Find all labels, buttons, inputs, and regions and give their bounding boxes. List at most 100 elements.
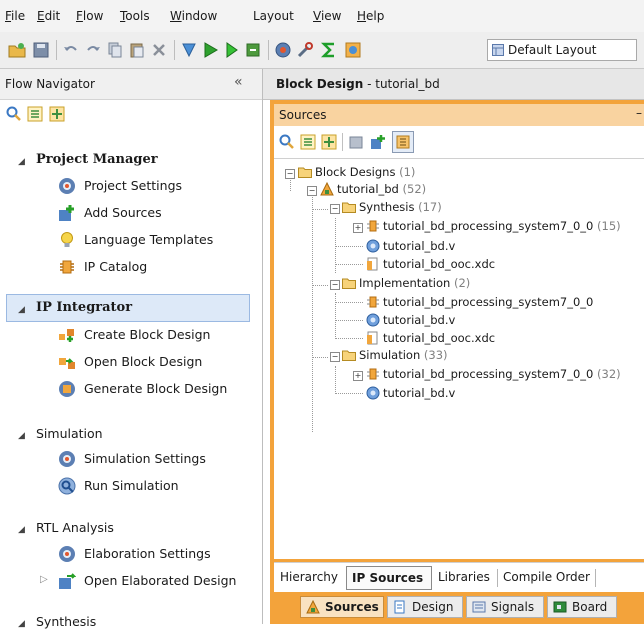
help-icon[interactable] [344, 41, 362, 59]
menu-layout[interactable]: Layout [253, 9, 294, 23]
sources-title-bar: Sources – [274, 104, 644, 126]
menu-flow[interactable]: Flow [76, 9, 103, 23]
block-design-icon [320, 182, 334, 196]
paste-icon[interactable] [128, 41, 146, 59]
show-hierarchy-toggle[interactable] [392, 131, 414, 153]
search-icon[interactable] [6, 106, 22, 122]
tab-ip-sources[interactable]: IP Sources [346, 566, 432, 590]
properties-icon[interactable] [348, 134, 364, 150]
expand-toggle[interactable]: + [353, 223, 363, 233]
menu-help[interactable]: Help [357, 9, 384, 23]
ip-chip-icon [367, 220, 379, 232]
folder-icon [342, 278, 356, 289]
run-simulation-icon [58, 477, 76, 495]
menu-window[interactable]: Window [170, 9, 217, 23]
folder-icon [342, 350, 356, 361]
tab-libraries[interactable]: Libraries [438, 570, 490, 584]
tab-signals[interactable]: Signals [466, 596, 544, 618]
simulation-toggle[interactable]: ◢ [18, 431, 25, 441]
run-synthesis-icon[interactable] [202, 41, 220, 59]
signals-icon [472, 601, 486, 613]
gear-icon [59, 546, 75, 562]
copy-icon[interactable] [106, 41, 124, 59]
menu-tools[interactable]: Tools [120, 9, 150, 23]
ip-chip-icon [60, 260, 74, 274]
redo-icon[interactable] [84, 41, 102, 59]
verilog-file-icon [366, 313, 380, 327]
lightbulb-icon [61, 232, 73, 247]
section-simulation: Simulation [36, 426, 103, 441]
tab-sources[interactable]: Sources [300, 596, 384, 618]
create-block-design-icon [59, 329, 74, 342]
add-sources-icon [59, 205, 74, 221]
ip-chip-icon [367, 296, 379, 308]
expand-all-icon[interactable] [321, 134, 337, 150]
collapse-toggle[interactable]: − [330, 204, 340, 214]
flow-navigator-title: Flow Navigator [5, 77, 95, 91]
folder-icon [342, 202, 356, 213]
tab-hierarchy[interactable]: Hierarchy [280, 570, 338, 584]
sources-title: Sources [279, 108, 327, 122]
layout-icon [492, 44, 504, 56]
folder-icon [298, 167, 312, 178]
section-ip-integrator: IP Integrator [36, 300, 133, 315]
open-elaborated-design-icon [59, 573, 76, 589]
menu-edit[interactable]: Edit [37, 9, 60, 23]
search-icon[interactable] [279, 134, 295, 150]
sources-toolbar [274, 126, 644, 159]
design-icon [394, 600, 405, 614]
rtl-analysis-toggle[interactable]: ◢ [18, 525, 25, 535]
layout-select[interactable]: Default Layout [487, 39, 637, 61]
sources-view-tabs: Hierarchy IP Sources Libraries Compile O… [274, 562, 644, 593]
settings-icon[interactable] [274, 41, 292, 59]
tab-compile-order[interactable]: Compile Order [503, 570, 590, 584]
open-project-icon[interactable] [8, 41, 26, 59]
tab-design[interactable]: Design [387, 596, 463, 618]
collapse-button[interactable]: « [234, 74, 243, 90]
generate-bitstream-icon[interactable] [244, 41, 262, 59]
gear-icon [59, 451, 75, 467]
section-rtl-analysis: RTL Analysis [36, 520, 114, 535]
project-manager-toggle[interactable]: ◢ [18, 157, 25, 167]
sources-minimize-button[interactable]: – [636, 106, 642, 120]
open-block-design-icon [59, 358, 75, 369]
sources-tree: − Block Designs (1) − tutorial_bd (52) −… [274, 159, 644, 559]
open-elaborated-expand-icon[interactable]: ▷ [40, 574, 48, 585]
save-icon[interactable] [32, 41, 50, 59]
gear-icon [59, 178, 75, 194]
sources-icon [306, 600, 320, 614]
collapse-toggle[interactable]: − [330, 280, 340, 290]
undo-icon[interactable] [62, 41, 80, 59]
section-project-manager: Project Manager [36, 152, 158, 167]
add-sources-icon[interactable] [370, 134, 386, 150]
layout-select-value: Default Layout [508, 43, 597, 57]
toolbar: Default Layout [0, 32, 644, 69]
tab-board[interactable]: Board [547, 596, 617, 618]
run-implementation-icon[interactable] [222, 41, 240, 59]
flow-navigator-header: Flow Navigator « [0, 69, 262, 100]
run-icon[interactable] [180, 41, 198, 59]
block-design-title: Block Design - tutorial_bd [276, 77, 440, 91]
verilog-file-icon [366, 239, 380, 253]
collapse-all-icon[interactable] [300, 134, 316, 150]
verilog-file-icon [366, 386, 380, 400]
bottom-tabs: Sources Design Signals Board [274, 592, 644, 624]
block-design-header: Block Design - tutorial_bd [263, 69, 644, 100]
ip-integrator-toggle[interactable]: ◢ [18, 305, 25, 315]
expand-all-icon[interactable] [49, 106, 65, 122]
menu-file[interactable]: File [5, 9, 25, 23]
collapse-toggle[interactable]: − [307, 186, 317, 196]
sigma-icon[interactable] [320, 41, 338, 59]
delete-icon[interactable] [150, 41, 168, 59]
synthesis-toggle[interactable]: ◢ [18, 619, 25, 629]
constraints-file-icon [367, 257, 378, 271]
collapse-all-icon[interactable] [27, 106, 43, 122]
collapse-toggle[interactable]: − [285, 169, 295, 179]
collapse-toggle[interactable]: − [330, 352, 340, 362]
hierarchy-icon [396, 135, 410, 149]
tools-icon[interactable] [296, 41, 314, 59]
generate-block-design-icon [59, 381, 75, 397]
constraints-file-icon [367, 331, 378, 345]
expand-toggle[interactable]: + [353, 371, 363, 381]
menu-view[interactable]: View [313, 9, 341, 23]
